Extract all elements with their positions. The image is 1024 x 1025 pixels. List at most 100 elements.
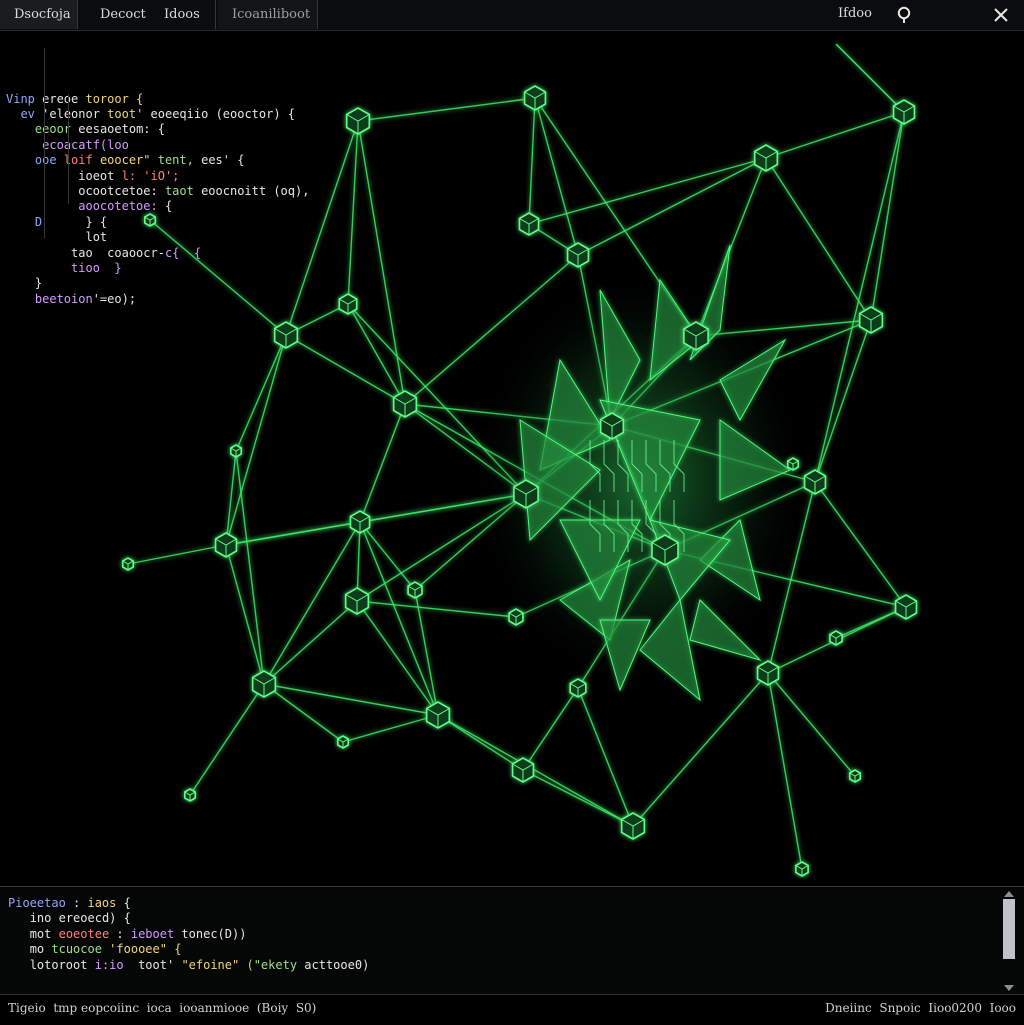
code-token: (oq), [273, 183, 310, 198]
console-panel[interactable]: Pioeetao : iaos { ino ereoecd) { mot eoe… [0, 886, 1024, 995]
tab-dsocfoja[interactable]: Dsocfoja [0, 0, 78, 29]
code-line: aoocotetoe: { [6, 199, 326, 214]
code-token: { [123, 896, 131, 910]
network-edge [870, 111, 905, 321]
code-token: } { [85, 214, 108, 229]
code-token: eoeeqiio [150, 107, 216, 122]
code-line: tioo } [6, 261, 326, 276]
network-node [230, 444, 242, 458]
network-node [569, 678, 587, 698]
indent-guide [68, 94, 69, 204]
status-left-text: Tigeio tmp eopcoiinc ioca iooanmiooe (Bo… [8, 1001, 317, 1015]
indent-guide [44, 48, 45, 238]
network-node [338, 293, 358, 315]
network-node [803, 469, 827, 495]
code-line: lotoroot i:io toot' "efoine" ("ekety act… [8, 957, 370, 972]
console-code: Pioeetao : iaos { ino ereoecd) { mot eoe… [8, 895, 369, 972]
code-token: : [116, 926, 131, 941]
code-token: "efoine" [181, 957, 247, 972]
network-edge [814, 319, 872, 483]
code-token: ereoecd) { [58, 911, 131, 926]
network-node [683, 321, 709, 351]
network-edge [577, 687, 634, 827]
search-button[interactable] [894, 5, 914, 25]
code-token: ev [20, 107, 43, 122]
code-line: ecoacatf(loo [6, 138, 326, 153]
network-edge [835, 43, 905, 113]
network-node [344, 587, 370, 615]
code-token: tent, [157, 153, 202, 168]
network-edge [522, 769, 634, 827]
close-button[interactable] [991, 5, 1011, 25]
network-edge [632, 672, 769, 827]
network-node [518, 212, 540, 236]
code-line: lot [6, 230, 326, 245]
network-node [892, 99, 916, 125]
top-label[interactable]: Ifdoo [838, 6, 872, 21]
code-line: ev 'eleonor toot' eoeeqiio (eooctor) { [6, 107, 326, 122]
search-icon [897, 6, 911, 23]
code-line: ooe loif eoocer" tent, ees' { [6, 153, 326, 168]
network-node [511, 757, 535, 783]
scroll-up-icon[interactable] [1004, 891, 1014, 897]
code-token: ocootcetoe: [78, 183, 165, 198]
network-edge [263, 683, 344, 743]
scroll-thumb[interactable] [1003, 899, 1015, 959]
code-line: ocootcetoe: taot eoocnoitt (oq), [6, 184, 326, 199]
network-node [894, 594, 918, 620]
network-edge [767, 672, 803, 870]
network-node [620, 812, 646, 840]
network-node [523, 85, 547, 111]
network-edge [127, 544, 227, 565]
network-edge [359, 521, 439, 716]
code-token: { [164, 199, 173, 214]
code-token: ees' { [201, 153, 245, 168]
network-node [848, 769, 862, 783]
tab-icoaniliboot[interactable]: Icoaniliboot [218, 0, 318, 29]
status-bar: Tigeio tmp eopcoiinc ioca iooanmiooe (Bo… [0, 994, 1024, 1025]
code-editor-snippet[interactable]: Vinp ereoe toroor { ev 'eleonor toot' eo… [6, 30, 326, 306]
tab-decoct[interactable]: Decoct [86, 0, 156, 29]
code-line: beetoion'=eo); [6, 292, 326, 307]
network-node [251, 670, 277, 698]
network-node [753, 144, 779, 172]
code-line: D } { [6, 215, 326, 230]
code-token: toot' [107, 107, 151, 122]
network-node [858, 306, 884, 334]
title-bar: Dsocfoja Decoct Idoos Icoaniliboot Ifdoo [0, 0, 1024, 31]
code-token: Vinp [6, 91, 43, 106]
network-node [273, 321, 299, 349]
code-token: mot [29, 926, 59, 941]
code-token: ieboet [130, 926, 182, 941]
code-token: tcuocoe [51, 942, 110, 957]
network-edge [225, 450, 237, 546]
code-token: (eooctor) { [215, 107, 296, 122]
code-token: iaos [87, 896, 124, 910]
network-node [336, 735, 350, 749]
scroll-down-icon[interactable] [1004, 985, 1014, 991]
code-token: D [34, 214, 86, 229]
code-token: ino [29, 911, 59, 926]
network-node [345, 107, 371, 135]
code-token: coaoocr- [107, 245, 165, 260]
network-node [407, 581, 423, 599]
network-edge [235, 450, 265, 685]
network-edge [437, 714, 524, 771]
console-scrollbar[interactable] [1002, 891, 1016, 991]
network-edge [225, 544, 265, 685]
tab-idoos[interactable]: Idoos [150, 0, 216, 29]
code-token: ereoe [42, 91, 86, 106]
code-line: ioeot l: 'iO'; [6, 169, 326, 184]
code-token: lotoroot [29, 957, 95, 972]
code-token: tioo } [71, 260, 122, 275]
